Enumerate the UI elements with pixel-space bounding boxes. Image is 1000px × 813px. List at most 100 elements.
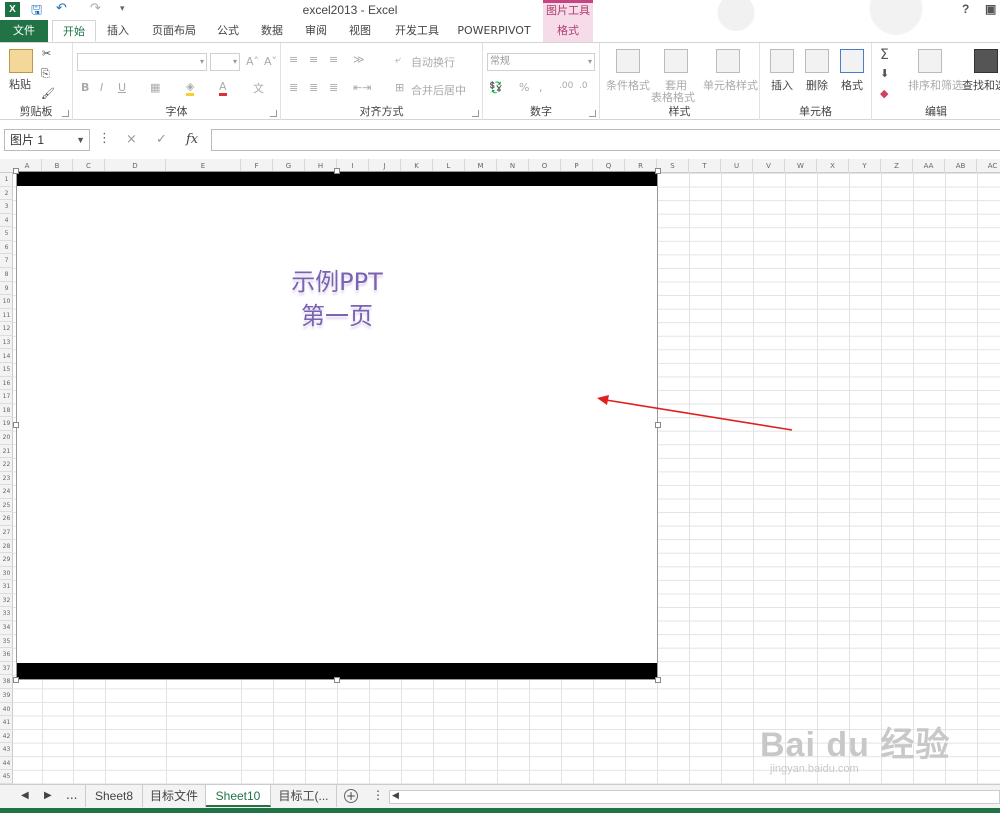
group-label-styles: 样式 xyxy=(668,105,691,118)
cut-icon[interactable]: ✂ xyxy=(42,47,51,60)
fill-color-icon[interactable]: ◈ xyxy=(186,80,195,96)
watermark-url: jingyan.baidu.com xyxy=(770,763,859,775)
italic-button[interactable]: I xyxy=(100,81,103,94)
scroll-sheets-right-icon[interactable]: ▶ xyxy=(44,790,52,801)
increase-decimal-icon[interactable]: .00 xyxy=(559,81,573,91)
cell-styles-icon[interactable] xyxy=(716,49,740,73)
sort-filter-icon[interactable] xyxy=(918,49,942,73)
paste-icon[interactable] xyxy=(9,49,33,73)
group-styles: 条件格式 套用 表格格式 单元格样式 样式 xyxy=(600,43,760,120)
chevron-down-icon[interactable]: ▼ xyxy=(76,130,85,150)
name-box-value: 图片 1 xyxy=(10,133,45,147)
fill-icon[interactable]: ⬇ xyxy=(880,67,889,80)
underline-button[interactable]: U xyxy=(118,81,126,94)
tab-file[interactable]: 文件 xyxy=(0,20,48,42)
align-right-icon[interactable]: ≣ xyxy=(329,81,338,94)
sheet-tab[interactable]: 目标文件 xyxy=(143,785,206,807)
horizontal-scrollbar[interactable]: ◀ xyxy=(389,790,1000,804)
name-box[interactable]: 图片 1 ▼ xyxy=(4,129,90,151)
more-sheets-button[interactable]: ... xyxy=(66,788,77,802)
scroll-left-icon[interactable]: ◀ xyxy=(392,791,399,801)
cell-styles-button[interactable]: 单元格样式 xyxy=(703,77,758,93)
align-bottom-icon[interactable]: ≡ xyxy=(329,53,338,66)
align-left-icon[interactable]: ≣ xyxy=(289,81,298,94)
grow-font-icon[interactable]: A˄ xyxy=(246,55,259,68)
format-painter-icon[interactable]: 🖌 xyxy=(41,87,55,100)
conditional-formatting-icon[interactable] xyxy=(616,49,640,73)
merge-center-button[interactable]: 合并后居中 xyxy=(411,82,466,98)
arrow-line xyxy=(605,399,793,431)
sort-filter-button[interactable]: 排序和筛选 xyxy=(908,77,963,93)
paste-button[interactable]: 粘贴 xyxy=(9,76,31,92)
tab-review[interactable]: 审阅 xyxy=(298,20,334,42)
tab-view[interactable]: 视图 xyxy=(342,20,378,42)
align-middle-icon[interactable]: ≡ xyxy=(309,53,318,66)
insert-function-button[interactable]: fx xyxy=(186,132,198,147)
tab-developer[interactable]: 开发工具 xyxy=(388,20,446,42)
group-label-alignment: 对齐方式 xyxy=(359,105,404,118)
wrap-text-button[interactable]: 自动换行 xyxy=(411,54,455,70)
title-bar: X 🖫 ↶ ↷ ▾ excel2013 - Excel 图片工具 ? ▣ xyxy=(0,0,1000,42)
format-cells-icon[interactable] xyxy=(840,49,864,73)
number-launcher-icon[interactable] xyxy=(589,110,596,117)
autosum-icon[interactable]: Σ xyxy=(880,47,889,63)
font-color-icon[interactable]: A xyxy=(219,80,227,96)
tab-page-layout[interactable]: 页面布局 xyxy=(145,20,203,42)
insert-cells-icon[interactable] xyxy=(770,49,794,73)
alignment-launcher-icon[interactable] xyxy=(472,110,479,117)
worksheet-grid[interactable]: A B C D E F G H I J K L M N O P Q R S T U V W X Y Z AA AB AC 1234567… xyxy=(0,159,1000,784)
font-name-select[interactable] xyxy=(77,53,207,71)
delete-cells-icon[interactable] xyxy=(805,49,829,73)
group-label-editing: 编辑 xyxy=(925,105,947,118)
annotation-arrow xyxy=(597,395,793,431)
align-top-icon[interactable]: ≡ xyxy=(289,53,298,66)
shrink-font-icon[interactable]: A˅ xyxy=(264,55,277,68)
picture-tools-context-label: 图片工具 xyxy=(543,0,593,20)
delete-cells-button[interactable]: 删除 xyxy=(806,77,828,93)
font-launcher-icon[interactable] xyxy=(270,110,277,117)
tab-format[interactable]: 格式 xyxy=(543,20,593,42)
accounting-format-icon[interactable]: 💱 xyxy=(489,81,503,94)
tab-data[interactable]: 数据 xyxy=(254,20,290,42)
wrap-text-icon[interactable]: ⤶ xyxy=(395,53,401,67)
font-size-select[interactable] xyxy=(210,53,240,71)
add-sheet-button[interactable]: + xyxy=(344,789,358,803)
bold-button[interactable]: B xyxy=(81,81,89,94)
tab-formulas[interactable]: 公式 xyxy=(210,20,246,42)
indent-icon[interactable]: ⇤⇥ xyxy=(353,81,371,94)
sheet-tab-active[interactable]: Sheet10 xyxy=(206,785,271,807)
find-select-icon[interactable] xyxy=(974,49,998,73)
excel-window: X 🖫 ↶ ↷ ▾ excel2013 - Excel 图片工具 ? ▣ 文件 … xyxy=(0,0,1000,813)
insert-cells-button[interactable]: 插入 xyxy=(771,77,793,93)
clear-icon[interactable]: ◆ xyxy=(880,87,888,100)
clipboard-launcher-icon[interactable] xyxy=(62,110,69,117)
formula-input[interactable] xyxy=(211,129,1000,151)
orientation-icon[interactable]: ≫ xyxy=(353,53,365,66)
decrease-decimal-icon[interactable]: .0 xyxy=(579,81,588,91)
group-cells: 插入 删除 格式 单元格 xyxy=(760,43,872,120)
percent-icon[interactable]: % xyxy=(519,81,529,94)
align-center-icon[interactable]: ≣ xyxy=(309,81,318,94)
tab-powerpivot[interactable]: POWERPIVOT xyxy=(455,20,533,42)
comma-icon[interactable]: , xyxy=(539,81,543,94)
scroll-sheets-left-icon[interactable]: ◀ xyxy=(21,790,29,801)
sheet-tab[interactable]: 目标工(... xyxy=(271,785,337,807)
format-as-table-icon[interactable] xyxy=(664,49,688,73)
conditional-formatting-button[interactable]: 条件格式 xyxy=(606,77,650,93)
number-format-select[interactable]: 常规 xyxy=(487,53,595,71)
borders-icon[interactable]: ▦ xyxy=(150,81,160,94)
merge-center-icon[interactable]: ⊞ xyxy=(395,81,404,94)
help-button[interactable]: ? xyxy=(962,2,969,16)
tab-insert[interactable]: 插入 xyxy=(100,20,136,42)
find-select-button[interactable]: 查找和选 xyxy=(962,77,1000,93)
tab-home[interactable]: 开始 xyxy=(52,20,96,42)
format-cells-button[interactable]: 格式 xyxy=(841,77,863,93)
ribbon-display-options-icon[interactable]: ▣ xyxy=(985,2,996,16)
sheet-tab[interactable]: Sheet8 xyxy=(85,785,143,807)
window-title: excel2013 - Excel xyxy=(302,3,398,17)
copy-icon[interactable]: ⎘ xyxy=(41,67,50,81)
phonetic-icon[interactable]: 文 xyxy=(253,80,264,96)
cancel-icon[interactable]: × xyxy=(126,132,137,147)
enter-icon[interactable]: ✓ xyxy=(156,132,167,147)
sheet-tab-bar: ◀ ▶ ... Sheet8 目标文件 Sheet10 目标工(... + ⋮ … xyxy=(0,784,1000,808)
